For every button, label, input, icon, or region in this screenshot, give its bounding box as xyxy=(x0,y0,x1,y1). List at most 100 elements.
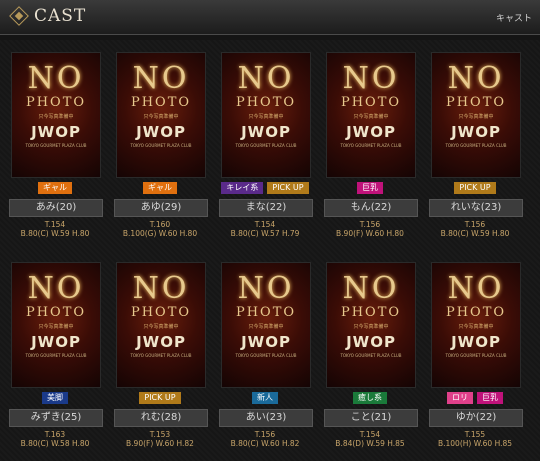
cast-height: T.156 xyxy=(464,220,486,229)
brand-logo: JWOP xyxy=(346,123,396,141)
tag-list: ギャル xyxy=(111,182,209,194)
cast-tag: 巨乳 xyxy=(357,182,383,194)
cast-tag: ロリ xyxy=(447,392,473,404)
placeholder-caption: 只今写真準備中 xyxy=(353,324,389,330)
cast-height: T.153 xyxy=(149,430,171,439)
cast-card[interactable]: NO PHOTO 只今写真準備中 JWOP TOKYO GOURMET PLAZA CL… xyxy=(426,254,524,456)
cast-stats: T.154 B.80(C) W.59 H.80 xyxy=(6,220,104,238)
section-title: CAST xyxy=(34,6,87,26)
cast-name[interactable]: もん(22) xyxy=(324,199,418,217)
placeholder-no-text: NO xyxy=(447,61,505,96)
brand-logo-subtitle: TOKYO GOURMET PLAZA CLUB xyxy=(235,143,297,148)
cast-stats: T.160 B.100(G) W.60 H.80 xyxy=(111,220,209,238)
cast-name[interactable]: こと(21) xyxy=(324,409,418,427)
cast-tag: 新人 xyxy=(252,392,278,404)
tag-list: 新人 xyxy=(216,392,314,404)
cast-name[interactable]: あみ(20) xyxy=(9,199,103,217)
cast-tag: キレイ系 xyxy=(221,182,264,194)
section-subtitle: キャスト xyxy=(495,14,532,24)
cast-name[interactable]: まな(22) xyxy=(219,199,313,217)
placeholder-photo-text: PHOTO xyxy=(445,95,507,110)
cast-name[interactable]: れむ(28) xyxy=(114,409,208,427)
cast-card[interactable]: NO PHOTO 只今写真準備中 JWOP TOKYO GOURMET PLAZA CL… xyxy=(426,44,524,246)
cast-photo[interactable]: NO PHOTO 只今写真準備中 JWOP TOKYO GOURMET PLAZA CL… xyxy=(326,262,416,388)
cast-card[interactable]: NO PHOTO 只今写真準備中 JWOP TOKYO GOURMET PLAZA CL… xyxy=(111,44,209,246)
placeholder-no-text: NO xyxy=(237,271,295,306)
brand-logo-subtitle: TOKYO GOURMET PLAZA CLUB xyxy=(445,353,507,358)
cast-stats: T.154 B.80(C) W.57 H.79 xyxy=(216,220,314,238)
cast-name[interactable]: みずき(25) xyxy=(9,409,103,427)
placeholder-caption: 只今写真準備中 xyxy=(248,324,284,330)
tag-list: 美脚 xyxy=(6,392,104,404)
placeholder-photo-text: PHOTO xyxy=(340,95,402,110)
cast-photo[interactable]: NO PHOTO 只今写真準備中 JWOP TOKYO GOURMET PLAZA CL… xyxy=(116,52,206,178)
placeholder-caption: 只今写真準備中 xyxy=(353,114,389,120)
cast-stats: T.154 B.84(D) W.59 H.85 xyxy=(321,430,419,448)
cast-measurements: B.80(C) W.58 H.80 xyxy=(20,439,90,448)
brand-logo-subtitle: TOKYO GOURMET PLAZA CLUB xyxy=(130,353,192,358)
placeholder-photo-text: PHOTO xyxy=(25,305,87,320)
cast-height: T.154 xyxy=(359,430,381,439)
cast-measurements: B.80(C) W.59 H.80 xyxy=(440,229,510,238)
cast-stats: T.156 B.80(C) W.60 H.82 xyxy=(216,430,314,448)
cast-tag: ギャル xyxy=(38,182,72,194)
brand-logo: JWOP xyxy=(241,333,291,351)
cast-card[interactable]: NO PHOTO 只今写真準備中 JWOP TOKYO GOURMET PLAZA CL… xyxy=(321,254,419,456)
cast-height: T.160 xyxy=(149,220,171,229)
cast-measurements: B.90(F) W.60 H.82 xyxy=(126,439,194,448)
cast-photo[interactable]: NO PHOTO 只今写真準備中 JWOP TOKYO GOURMET PLAZA CL… xyxy=(221,262,311,388)
placeholder-photo-text: PHOTO xyxy=(235,305,297,320)
cast-tag: ギャル xyxy=(143,182,177,194)
cast-tag: PICK UP xyxy=(267,182,309,194)
cast-tag: PICK UP xyxy=(139,392,181,404)
cast-stats: T.156 B.80(C) W.59 H.80 xyxy=(426,220,524,238)
cast-stats: T.163 B.80(C) W.58 H.80 xyxy=(6,430,104,448)
cast-grid: NO PHOTO 只今写真準備中 JWOP TOKYO GOURMET PLAZA CL… xyxy=(0,40,540,461)
brand-logo: JWOP xyxy=(451,123,501,141)
placeholder-no-text: NO xyxy=(27,271,85,306)
cast-card[interactable]: NO PHOTO 只今写真準備中 JWOP TOKYO GOURMET PLAZA CL… xyxy=(111,254,209,456)
cast-name[interactable]: あゆ(29) xyxy=(114,199,208,217)
cast-name[interactable]: あい(23) xyxy=(219,409,313,427)
brand-logo-subtitle: TOKYO GOURMET PLAZA CLUB xyxy=(340,353,402,358)
brand-logo-subtitle: TOKYO GOURMET PLAZA CLUB xyxy=(130,143,192,148)
cast-photo[interactable]: NO PHOTO 只今写真準備中 JWOP TOKYO GOURMET PLAZA CL… xyxy=(326,52,416,178)
cast-photo[interactable]: NO PHOTO 只今写真準備中 JWOP TOKYO GOURMET PLAZA CL… xyxy=(221,52,311,178)
cast-photo[interactable]: NO PHOTO 只今写真準備中 JWOP TOKYO GOURMET PLAZA CL… xyxy=(431,52,521,178)
placeholder-photo-text: PHOTO xyxy=(130,305,192,320)
brand-logo: JWOP xyxy=(241,123,291,141)
cast-card[interactable]: NO PHOTO 只今写真準備中 JWOP TOKYO GOURMET PLAZA CL… xyxy=(6,254,104,456)
placeholder-caption: 只今写真準備中 xyxy=(248,114,284,120)
cast-photo[interactable]: NO PHOTO 只今写真準備中 JWOP TOKYO GOURMET PLAZA CL… xyxy=(11,52,101,178)
cast-photo[interactable]: NO PHOTO 只今写真準備中 JWOP TOKYO GOURMET PLAZA CL… xyxy=(116,262,206,388)
cast-photo[interactable]: NO PHOTO 只今写真準備中 JWOP TOKYO GOURMET PLAZA CL… xyxy=(11,262,101,388)
placeholder-photo-text: PHOTO xyxy=(445,305,507,320)
cast-tag: 癒し系 xyxy=(353,392,387,404)
cast-tag: 巨乳 xyxy=(477,392,503,404)
cast-name[interactable]: ゆか(22) xyxy=(429,409,523,427)
cast-card[interactable]: NO PHOTO 只今写真準備中 JWOP TOKYO GOURMET PLAZA CL… xyxy=(216,44,314,246)
cast-card[interactable]: NO PHOTO 只今写真準備中 JWOP TOKYO GOURMET PLAZA CL… xyxy=(6,44,104,246)
tag-list: 癒し系 xyxy=(321,392,419,404)
cast-card[interactable]: NO PHOTO 只今写真準備中 JWOP TOKYO GOURMET PLAZA CL… xyxy=(321,44,419,246)
cast-height: T.154 xyxy=(254,220,276,229)
placeholder-caption: 只今写真準備中 xyxy=(38,114,74,120)
cast-height: T.163 xyxy=(44,430,66,439)
cast-measurements: B.80(C) W.57 H.79 xyxy=(230,229,300,238)
cast-stats: T.155 B.100(H) W.60 H.85 xyxy=(426,430,524,448)
tag-list: ギャル xyxy=(6,182,104,194)
cast-card[interactable]: NO PHOTO 只今写真準備中 JWOP TOKYO GOURMET PLAZA CL… xyxy=(216,254,314,456)
cast-stats: T.153 B.90(F) W.60 H.82 xyxy=(111,430,209,448)
cast-stats: T.156 B.90(F) W.60 H.80 xyxy=(321,220,419,238)
cast-name[interactable]: れいな(23) xyxy=(429,199,523,217)
brand-logo-subtitle: TOKYO GOURMET PLAZA CLUB xyxy=(25,143,87,148)
placeholder-caption: 只今写真準備中 xyxy=(38,324,74,330)
placeholder-caption: 只今写真準備中 xyxy=(458,324,494,330)
placeholder-no-text: NO xyxy=(447,271,505,306)
placeholder-photo-text: PHOTO xyxy=(25,95,87,110)
tag-list: 巨乳 xyxy=(321,182,419,194)
brand-logo: JWOP xyxy=(136,123,186,141)
cast-measurements: B.90(F) W.60 H.80 xyxy=(336,229,404,238)
cast-photo[interactable]: NO PHOTO 只今写真準備中 JWOP TOKYO GOURMET PLAZA CL… xyxy=(431,262,521,388)
placeholder-caption: 只今写真準備中 xyxy=(143,324,179,330)
